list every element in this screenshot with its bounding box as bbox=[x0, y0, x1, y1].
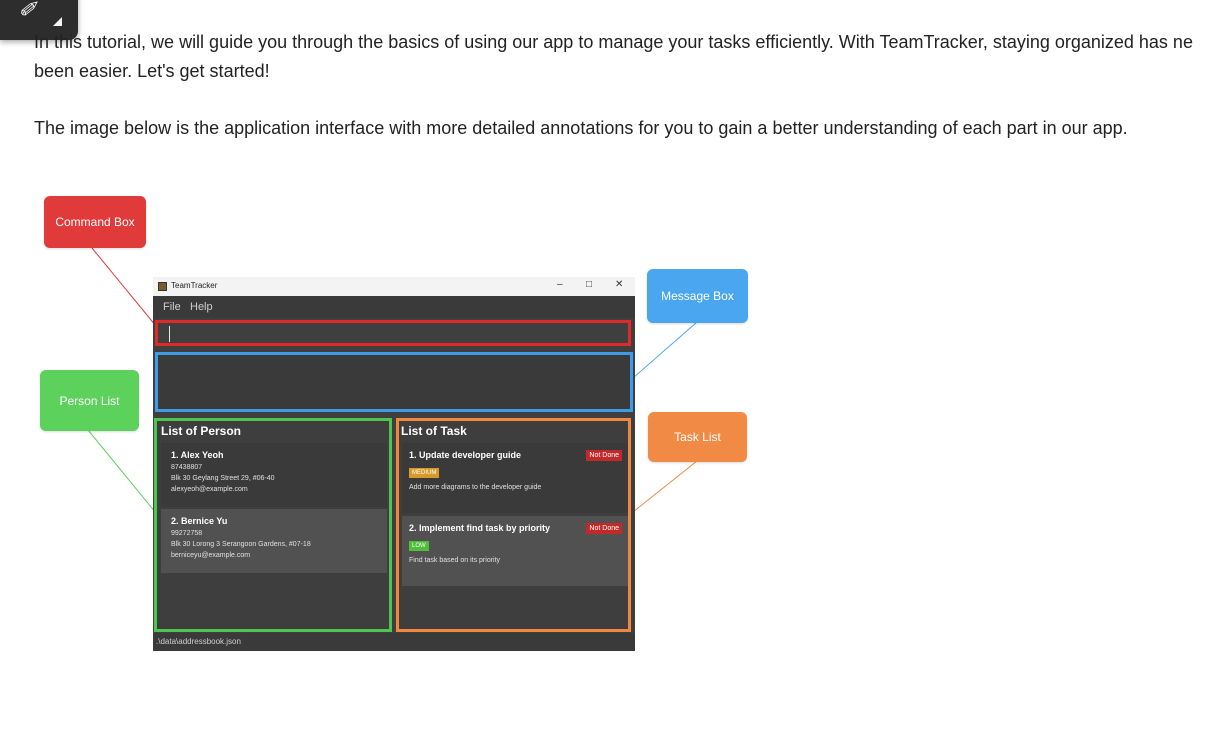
person-name: 1. Alex Yeoh bbox=[171, 450, 224, 460]
person-list-callout: Person List bbox=[40, 370, 139, 431]
status-badge: Not Done bbox=[586, 523, 622, 534]
save-path-text: .\data\addressbook.json bbox=[156, 637, 241, 646]
priority-badge: LOW bbox=[409, 541, 429, 551]
text-cursor bbox=[169, 326, 170, 342]
status-badge: Not Done bbox=[586, 450, 622, 461]
task-card: 2. Implement find task by priority Not D… bbox=[402, 516, 628, 586]
task-description: Add more diagrams to the developer guide bbox=[409, 484, 542, 491]
task-card: 1. Update developer guide Not Done MEDIU… bbox=[402, 443, 628, 513]
message-pointer-line bbox=[632, 321, 698, 379]
person-email: alexyeoh@example.com bbox=[171, 486, 248, 493]
command-box-callout: Command Box bbox=[44, 196, 146, 248]
window-title: TeamTracker bbox=[171, 281, 218, 290]
person-address: Blk 30 Lorong 3 Serangoon Gardens, #07-1… bbox=[171, 541, 311, 548]
command-box bbox=[155, 320, 631, 346]
task-name: 2. Implement find task by priority bbox=[409, 523, 551, 533]
task-pointer-line bbox=[632, 460, 698, 513]
app-icon bbox=[158, 282, 167, 291]
message-box-callout: Message Box bbox=[647, 269, 748, 323]
task-list-panel: List of Task 1. Update developer guide N… bbox=[396, 418, 631, 632]
window-titlebar: TeamTracker – □ ✕ bbox=[153, 277, 635, 296]
close-icon: ✕ bbox=[615, 279, 624, 290]
command-pointer-line bbox=[91, 247, 157, 327]
person-list-panel: List of Person 1. Alex Yeoh 87438807 Blk… bbox=[154, 418, 392, 632]
person-phone: 99272758 bbox=[171, 530, 203, 537]
priority-badge: MEDIUM bbox=[409, 468, 440, 478]
task-panel-title: List of Task bbox=[401, 424, 467, 438]
task-name: 1. Update developer guide bbox=[409, 450, 522, 460]
status-bar: .\data\addressbook.json bbox=[153, 633, 635, 651]
person-pointer-line bbox=[87, 429, 157, 514]
task-description: Find task based on its priority bbox=[409, 557, 501, 564]
person-panel-title: List of Person bbox=[161, 424, 242, 438]
person-address: Blk 30 Geylang Street 29, #06-40 bbox=[171, 475, 275, 482]
message-box bbox=[155, 352, 633, 412]
person-email: berniceyu@example.com bbox=[171, 552, 251, 559]
person-name: 2. Bernice Yu bbox=[171, 516, 228, 526]
menu-bar: File Help bbox=[153, 296, 635, 318]
person-phone: 87438807 bbox=[171, 464, 203, 471]
person-card: 1. Alex Yeoh 87438807 Blk 30 Geylang Str… bbox=[161, 443, 387, 507]
person-card: 2. Bernice Yu 99272758 Blk 30 Lorong 3 S… bbox=[161, 509, 387, 573]
minimize-icon: – bbox=[557, 279, 563, 290]
menu-file: File bbox=[163, 301, 181, 313]
maximize-icon: □ bbox=[586, 279, 593, 290]
task-list-callout: Task List bbox=[648, 412, 747, 462]
menu-help: Help bbox=[190, 301, 213, 313]
app-screenshot: TeamTracker – □ ✕ File Help List of Pers… bbox=[153, 277, 635, 651]
